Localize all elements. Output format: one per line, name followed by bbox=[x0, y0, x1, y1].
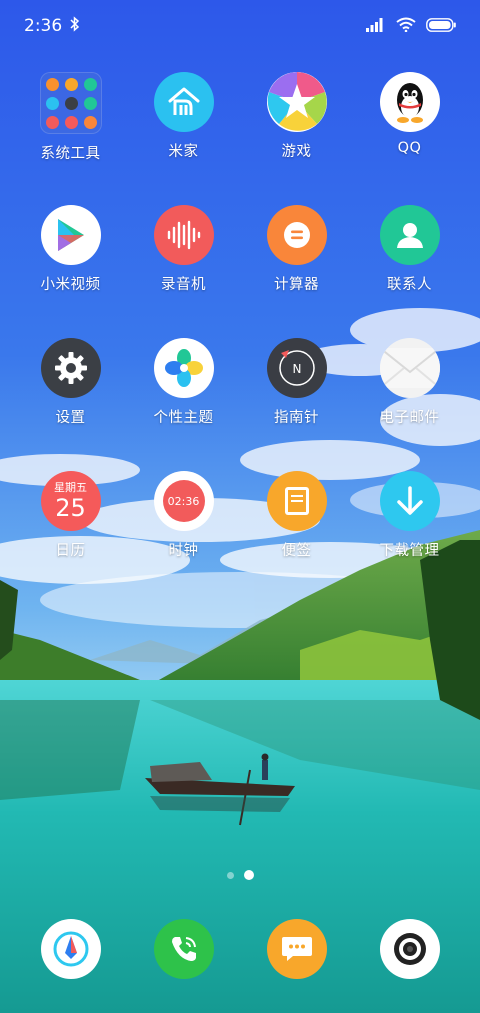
message-icon[interactable] bbox=[266, 919, 327, 979]
dock-camera[interactable] bbox=[353, 919, 466, 979]
folder-mini-icon bbox=[45, 96, 59, 110]
app-label: 指南针 bbox=[274, 410, 319, 426]
folder-mini-icon bbox=[64, 115, 78, 129]
clock-icon[interactable]: 02:36 bbox=[153, 471, 214, 531]
app-label: 计算器 bbox=[274, 277, 319, 293]
calendar-icon[interactable]: 星期五 25 bbox=[40, 471, 101, 531]
dock bbox=[14, 919, 466, 979]
folder-mini-icon bbox=[64, 96, 78, 110]
envelope-icon[interactable] bbox=[379, 338, 440, 398]
folder-mini-icon bbox=[83, 96, 97, 110]
download-icon[interactable] bbox=[379, 471, 440, 531]
app-system-tools[interactable]: 系统工具 bbox=[14, 72, 127, 205]
dock-browser[interactable] bbox=[14, 919, 127, 979]
app-label: 下载管理 bbox=[379, 543, 440, 559]
app-label: 联系人 bbox=[387, 277, 432, 293]
app-label: QQ bbox=[397, 140, 422, 156]
calendar-weekday: 星期五 bbox=[54, 481, 87, 494]
status-bar: 2:36 bbox=[0, 0, 480, 52]
app-games[interactable]: 游戏 bbox=[240, 72, 353, 205]
star-icon[interactable] bbox=[266, 72, 327, 132]
wifi-icon bbox=[396, 17, 416, 36]
app-calendar[interactable]: 星期五 25 日历 bbox=[14, 471, 127, 604]
phone-icon[interactable] bbox=[153, 919, 214, 979]
app-clock[interactable]: 02:36 时钟 bbox=[127, 471, 240, 604]
calendar-day: 25 bbox=[55, 494, 86, 522]
dock-messages[interactable] bbox=[240, 919, 353, 979]
petals-icon[interactable] bbox=[153, 338, 214, 398]
app-label: 时钟 bbox=[168, 543, 199, 559]
signal-icon bbox=[366, 17, 386, 36]
app-contacts[interactable]: 联系人 bbox=[353, 205, 466, 338]
page-dot-active[interactable] bbox=[243, 870, 254, 880]
folder-mini-icon bbox=[45, 115, 59, 129]
app-label: 设置 bbox=[55, 410, 86, 426]
app-label: 游戏 bbox=[281, 144, 312, 160]
bluetooth-icon bbox=[70, 15, 80, 37]
app-notes[interactable]: 便签 bbox=[240, 471, 353, 604]
battery-icon bbox=[426, 17, 456, 36]
person-icon[interactable] bbox=[379, 205, 440, 265]
equals-icon[interactable] bbox=[266, 205, 327, 265]
notebook-icon[interactable] bbox=[266, 471, 327, 531]
folder-icon[interactable] bbox=[39, 72, 102, 134]
app-grid: 系统工具 米家 游戏 QQ 小米视频 录音机 计算器 联系人 设置 个性主题 N… bbox=[14, 72, 466, 604]
page-dot[interactable] bbox=[226, 871, 234, 879]
folder-mini-icon bbox=[45, 77, 59, 91]
folder-mini-icon bbox=[64, 77, 78, 91]
page-indicator[interactable] bbox=[0, 870, 480, 880]
app-mijia[interactable]: 米家 bbox=[127, 72, 240, 205]
folder-mini-icon bbox=[83, 77, 97, 91]
status-time: 2:36 bbox=[24, 16, 63, 36]
app-settings[interactable]: 设置 bbox=[14, 338, 127, 471]
compass-icon[interactable]: N bbox=[266, 338, 327, 398]
dock-phone[interactable] bbox=[127, 919, 240, 979]
browser-icon[interactable] bbox=[40, 919, 101, 979]
app-label: 小米视频 bbox=[40, 277, 101, 293]
app-calculator[interactable]: 计算器 bbox=[240, 205, 353, 338]
app-compass[interactable]: N 指南针 bbox=[240, 338, 353, 471]
app-label: 便签 bbox=[281, 543, 312, 559]
app-email[interactable]: 电子邮件 bbox=[353, 338, 466, 471]
soundwave-icon[interactable] bbox=[153, 205, 214, 265]
app-qq[interactable]: QQ bbox=[353, 72, 466, 205]
clock-time: 02:36 bbox=[167, 494, 200, 508]
app-label: 系统工具 bbox=[40, 146, 101, 162]
gear-icon[interactable] bbox=[40, 338, 101, 398]
svg-text:N: N bbox=[292, 362, 301, 376]
app-label: 录音机 bbox=[161, 277, 206, 293]
app-recorder[interactable]: 录音机 bbox=[127, 205, 240, 338]
mi-home-icon[interactable] bbox=[153, 72, 214, 132]
app-label: 电子邮件 bbox=[379, 410, 440, 426]
folder-mini-icon bbox=[83, 115, 97, 129]
penguin-icon[interactable] bbox=[379, 72, 440, 132]
play-icon[interactable] bbox=[40, 205, 101, 265]
app-label: 日历 bbox=[55, 543, 86, 559]
camera-icon[interactable] bbox=[379, 919, 440, 979]
app-label: 个性主题 bbox=[153, 410, 214, 426]
app-downloads[interactable]: 下载管理 bbox=[353, 471, 466, 604]
app-mi-video[interactable]: 小米视频 bbox=[14, 205, 127, 338]
app-label: 米家 bbox=[168, 144, 199, 160]
app-themes[interactable]: 个性主题 bbox=[127, 338, 240, 471]
